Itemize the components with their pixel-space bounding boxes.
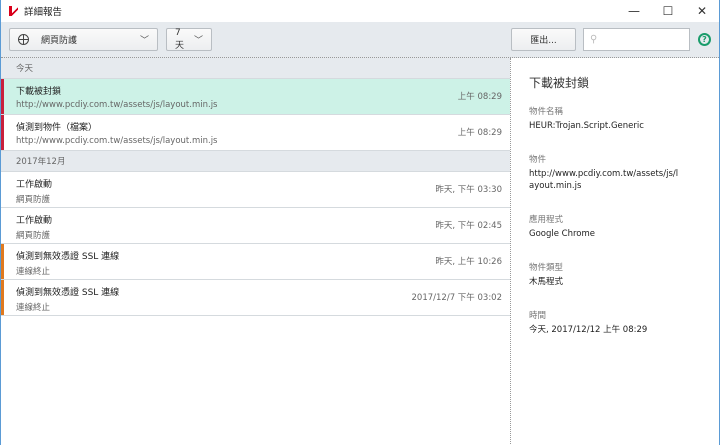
event-time: 上午 08:29: [457, 128, 502, 138]
event-time: 昨天, 下午 02:45: [435, 221, 502, 231]
detail-label: 時間: [529, 311, 547, 321]
event-row[interactable]: 偵測到無效憑證 SSL 連線 連線終止 2017/12/7 下午 03:02: [1, 280, 510, 316]
severity-indicator: [1, 115, 4, 150]
severity-indicator: [1, 79, 4, 114]
details-title: 下載被封鎖: [529, 76, 590, 90]
detail-label: 物件類型: [529, 263, 564, 273]
toolbar: 網頁防護 ﹀ 7 天 ﹀ 匯出... ⚲ ?: [1, 22, 719, 58]
event-title: 偵測到無效憑證 SSL 連線: [16, 252, 120, 262]
details-panel: 下載被封鎖 物件名稱 HEUR:Trojan.Script.Generic 物件 ht…: [511, 58, 719, 444]
export-button[interactable]: 匯出...: [511, 28, 576, 51]
event-subtitle: 網頁防護: [16, 195, 51, 205]
detail-label: 物件: [529, 155, 547, 165]
detail-value: HEUR:Trojan.Script.Generic: [529, 121, 644, 131]
close-button[interactable]: ✕: [685, 4, 719, 18]
event-subtitle: http://www.pcdiy.com.tw/assets/js/layout…: [16, 136, 218, 146]
event-title: 工作啟動: [16, 216, 53, 226]
title-bar: 詳細報告 — ☐ ✕: [1, 0, 719, 22]
globe-icon: [18, 34, 29, 45]
window-title: 詳細報告: [24, 7, 63, 18]
component-dropdown-value: 網頁防護: [41, 36, 78, 46]
detail-label: 應用程式: [529, 215, 564, 225]
event-title: 工作啟動: [16, 180, 53, 190]
event-subtitle: 網頁防護: [16, 231, 51, 241]
section-header: 2017年12月: [1, 151, 510, 172]
event-title: 下載被封鎖: [16, 87, 62, 97]
minimize-button[interactable]: —: [617, 4, 651, 18]
detail-value: Google Chrome: [529, 229, 596, 239]
maximize-button[interactable]: ☐: [651, 4, 685, 18]
detail-label: 物件名稱: [529, 107, 564, 117]
severity-indicator: [1, 280, 4, 315]
severity-indicator: [1, 244, 4, 279]
event-subtitle: 連線終止: [16, 303, 51, 313]
event-subtitle: http://www.pcdiy.com.tw/assets/js/layout…: [16, 100, 218, 110]
event-title: 偵測到無效憑證 SSL 連線: [16, 288, 120, 298]
event-subtitle: 連線終止: [16, 267, 51, 277]
event-row[interactable]: 工作啟動 網頁防護 昨天, 下午 02:45: [1, 208, 510, 244]
event-row[interactable]: 下載被封鎖 http://www.pcdiy.com.tw/assets/js/…: [1, 79, 510, 115]
period-dropdown-value: 7 天: [175, 28, 185, 51]
event-row[interactable]: 工作啟動 網頁防護 昨天, 下午 03:30: [1, 172, 510, 208]
section-header: 今天: [1, 58, 510, 79]
help-icon[interactable]: ?: [698, 33, 711, 46]
chevron-down-icon: ﹀: [193, 36, 203, 46]
event-title: 偵測到物件（檔案）: [16, 123, 98, 133]
component-dropdown[interactable]: 網頁防護 ﹀: [9, 28, 158, 51]
event-row[interactable]: 偵測到無效憑證 SSL 連線 連線終止 昨天, 上午 10:26: [1, 244, 510, 280]
kaspersky-logo-icon: [9, 6, 19, 16]
search-icon: ⚲: [590, 34, 598, 45]
event-row[interactable]: 偵測到物件（檔案） http://www.pcdiy.com.tw/assets…: [1, 115, 510, 151]
event-time: 昨天, 上午 10:26: [435, 257, 502, 267]
event-list: 今天 下載被封鎖 http://www.pcdiy.com.tw/assets/…: [1, 58, 511, 444]
event-time: 上午 08:29: [457, 92, 502, 102]
detail-value: http://www.pcdiy.com.tw/assets/js/layout…: [529, 169, 679, 191]
period-dropdown[interactable]: 7 天 ﹀: [166, 28, 212, 51]
detail-value: 木馬程式: [529, 277, 564, 287]
event-time: 2017/12/7 下午 03:02: [411, 293, 502, 303]
search-input[interactable]: ⚲: [583, 28, 690, 51]
detail-value: 今天, 2017/12/12 上午 08:29: [529, 325, 648, 335]
chevron-down-icon: ﹀: [139, 36, 149, 46]
event-time: 昨天, 下午 03:30: [435, 185, 502, 195]
